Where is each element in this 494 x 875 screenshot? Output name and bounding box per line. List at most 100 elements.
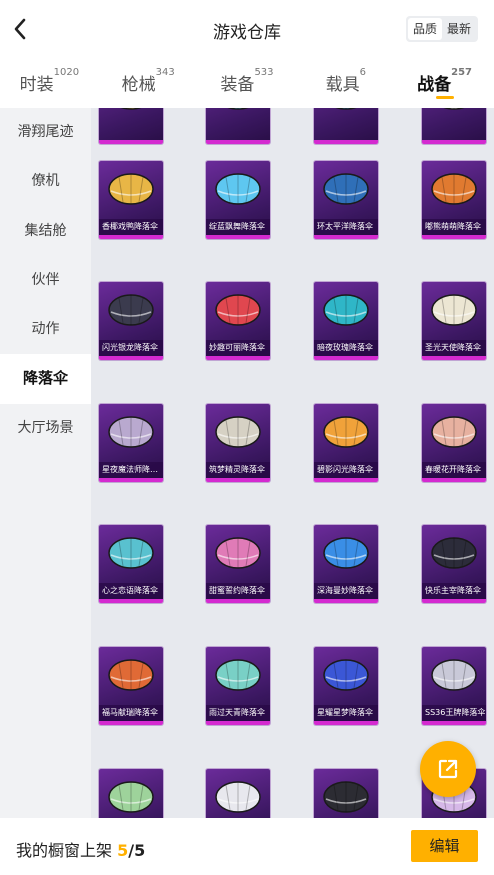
parachute-name: 闪光银龙降落伞 (99, 340, 163, 356)
parachute-name: 圣光天使降落伞 (422, 340, 486, 356)
parachute-card[interactable]: 星夜魔法师降落伞 (99, 404, 163, 482)
tab-equipment[interactable]: 装备533 (198, 58, 297, 108)
parachute-card[interactable]: 暗夜玫瑰降落伞 (314, 282, 378, 360)
parachute-name: 春暖花开降落伞 (422, 462, 486, 478)
parachute-name: 碧影闪光降落伞 (314, 462, 378, 478)
parachute-name: 香椰戏鸭降落伞 (99, 219, 163, 235)
showcase-count: 5 (117, 841, 129, 860)
tab-count: 1020 (53, 67, 80, 78)
parachute-card[interactable]: 福马献瑞降落伞 (99, 647, 163, 725)
sidebar-item-parachute[interactable]: 降落伞 (0, 354, 91, 404)
parachute-icon (323, 659, 369, 691)
edit-button[interactable]: 编辑 (411, 830, 478, 862)
parachute-icon (323, 416, 369, 448)
parachute-card[interactable]: 春暖花开降落伞 (422, 404, 486, 482)
parachute-icon (108, 537, 154, 569)
parachute-card[interactable] (99, 769, 163, 818)
parachute-card[interactable]: 嘟熊萌萌降落伞 (422, 161, 486, 239)
parachute-name: SS36王牌降落伞 (422, 705, 486, 721)
parachute-name: 星耀星梦降落伞 (314, 705, 378, 721)
parachute-name: 福马献瑞降落伞 (99, 705, 163, 721)
sidebar-item-companion[interactable]: 伙伴 (0, 256, 91, 305)
parachute-name: 筑梦精灵降落伞 (206, 462, 270, 478)
parachute-icon (215, 659, 261, 691)
parachute-icon (215, 781, 261, 813)
parachute-card[interactable]: 星耀星梦降落伞 (314, 647, 378, 725)
parachute-card[interactable]: 雨过天青降落伞 (206, 647, 270, 725)
sidebar-item-lobby-scene[interactable]: 大厅场景 (0, 404, 91, 453)
parachute-card[interactable]: 闪光银龙降落伞 (99, 282, 163, 360)
sort-option-latest[interactable]: 最新 (442, 18, 476, 40)
parachute-icon (108, 294, 154, 326)
parachute-icon (323, 781, 369, 813)
parachute-icon (108, 416, 154, 448)
tab-vehicles[interactable]: 载具6 (296, 58, 395, 108)
category-tabs: 时装1020 枪械343 装备533 载具6 战备257 (0, 58, 494, 108)
parachute-name: 嘟熊萌萌降落伞 (422, 219, 486, 235)
parachute-card[interactable]: SS36王牌降落伞 (422, 647, 486, 725)
parachute-icon (443, 108, 465, 110)
parachute-name: 绽蓝飘舞降落伞 (206, 219, 270, 235)
parachute-icon (215, 173, 261, 205)
tab-label: 装备 (220, 75, 255, 95)
parachute-name: 心之恋语降落伞 (99, 583, 163, 599)
parachute-name: 暗夜玫瑰降落伞 (314, 340, 378, 356)
parachute-icon (431, 294, 477, 326)
parachute-card[interactable]: 碧影闪光降落伞 (314, 404, 378, 482)
parachute-card[interactable]: 圣光天使降落伞 (422, 282, 486, 360)
parachute-icon (108, 173, 154, 205)
parachute-card[interactable] (314, 769, 378, 818)
parachute-card[interactable]: 心之恋语降落伞 (99, 525, 163, 603)
parachute-card[interactable]: 环太平洋降落伞 (314, 161, 378, 239)
parachute-icon (215, 294, 261, 326)
external-link-icon (438, 759, 458, 779)
parachute-card[interactable]: 绽蓝飘舞降落伞 (206, 161, 270, 239)
sidebar-item-wingman[interactable]: 僚机 (0, 157, 91, 206)
parachute-icon (323, 173, 369, 205)
parachute-icon (323, 537, 369, 569)
tab-label: 枪械 (121, 75, 156, 95)
parachute-card[interactable] (314, 108, 378, 144)
parachute-icon (215, 416, 261, 448)
header: 游戏仓库 品质 最新 (0, 0, 494, 58)
sidebar-item-pod[interactable]: 集结舱 (0, 207, 91, 256)
parachute-card[interactable] (422, 108, 486, 144)
tab-label: 战备 (417, 75, 452, 95)
parachute-card[interactable]: 快乐主宰降落伞 (422, 525, 486, 603)
parachute-name: 深海曼妙降落伞 (314, 583, 378, 599)
showcase-total: 5 (134, 841, 146, 860)
item-grid: 香椰戏鸭降落伞 绽蓝飘舞降落伞 环太平洋降落伞 嘟熊萌萌降落伞闪光银龙降落伞 妙趣可丽降… (91, 108, 494, 818)
parachute-card[interactable] (99, 108, 163, 144)
tab-fashion[interactable]: 时装1020 (0, 58, 99, 108)
tab-firearms[interactable]: 枪械343 (99, 58, 198, 108)
parachute-icon (120, 108, 142, 110)
parachute-card[interactable] (206, 108, 270, 144)
parachute-card[interactable]: 香椰戏鸭降落伞 (99, 161, 163, 239)
tab-count: 533 (254, 67, 274, 78)
parachute-icon (431, 537, 477, 569)
parachute-card[interactable]: 深海曼妙降落伞 (314, 525, 378, 603)
sidebar-item-glide-trail[interactable]: 滑翔尾迹 (0, 108, 91, 157)
parachute-name: 快乐主宰降落伞 (422, 583, 486, 599)
sidebar: 滑翔尾迹 僚机 集结舱 伙伴 动作 降落伞 大厅场景 (0, 108, 91, 818)
parachute-icon (108, 659, 154, 691)
tab-combat-gear[interactable]: 战备257 (395, 58, 494, 108)
tab-count: 257 (451, 67, 473, 78)
tab-label: 时装 (19, 75, 54, 95)
tab-count: 6 (359, 67, 366, 78)
sidebar-item-emote[interactable]: 动作 (0, 305, 91, 354)
parachute-name: 妙趣可丽降落伞 (206, 340, 270, 356)
parachute-card[interactable]: 妙趣可丽降落伞 (206, 282, 270, 360)
share-button[interactable] (420, 741, 476, 797)
showcase-label: 我的橱窗上架 (16, 841, 113, 860)
parachute-card[interactable]: 甜蜜誓约降落伞 (206, 525, 270, 603)
sort-toggle: 品质 最新 (405, 16, 478, 42)
sort-option-quality[interactable]: 品质 (407, 18, 442, 40)
parachute-icon (227, 108, 249, 110)
showcase-footer: 我的橱窗上架 5/5 编辑 (0, 818, 494, 875)
parachute-icon (431, 416, 477, 448)
parachute-card[interactable]: 筑梦精灵降落伞 (206, 404, 270, 482)
parachute-icon (431, 659, 477, 691)
parachute-name: 星夜魔法师降落伞 (99, 462, 163, 478)
parachute-card[interactable] (206, 769, 270, 818)
